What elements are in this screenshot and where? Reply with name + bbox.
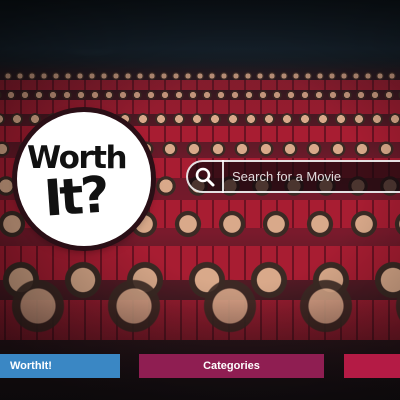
logo-line-it: It? (42, 165, 109, 228)
nav-categories-button[interactable]: Categories (139, 354, 324, 378)
worth-it-logo[interactable]: Worth It? (17, 112, 151, 246)
movie-search-bar (186, 160, 400, 193)
search-input[interactable] (232, 162, 400, 191)
bottom-nav: WorthIt! Categories (0, 354, 400, 378)
nav-third-button[interactable] (344, 354, 400, 378)
search-icon[interactable] (188, 162, 222, 192)
search-divider (222, 160, 224, 193)
nav-worthit-button[interactable]: WorthIt! (0, 354, 120, 378)
